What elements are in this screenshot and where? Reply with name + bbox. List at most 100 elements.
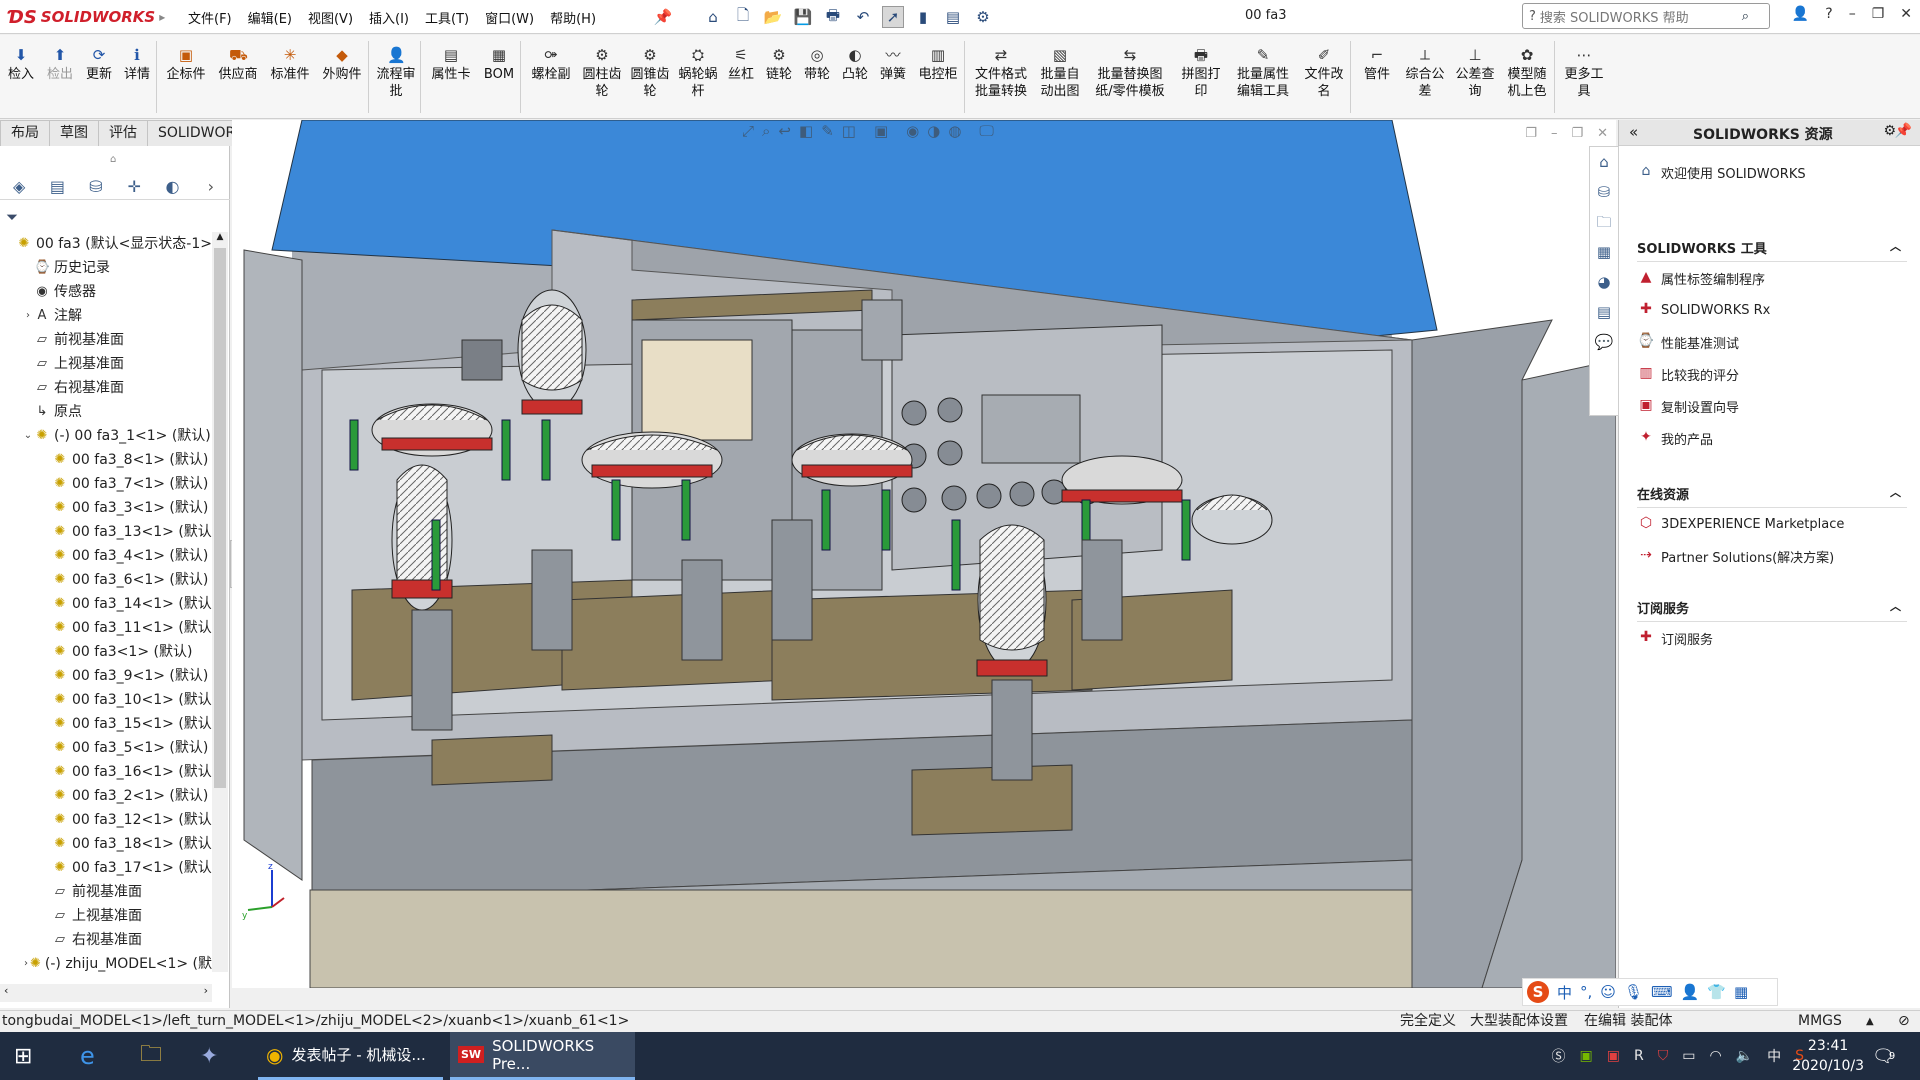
menu-item[interactable]: 编辑(E) xyxy=(240,8,300,27)
filter-icon[interactable]: ⏷ xyxy=(6,208,18,226)
toolbar-button-tolerance-query[interactable]: ⊥ 公差查 询 xyxy=(1454,47,1496,100)
minimize-icon[interactable]: – xyxy=(1849,6,1856,22)
expand-arrow-icon[interactable]: › xyxy=(22,304,34,328)
scroll-up-icon[interactable]: ▲ xyxy=(212,232,228,242)
resource-link[interactable]: ✚ SOLIDWORKS Rx xyxy=(1637,294,1907,326)
skype-icon[interactable]: Ⓢ xyxy=(1552,1046,1566,1066)
battery-icon[interactable]: ▭ xyxy=(1682,1048,1695,1064)
toolbar-button-purchased-part[interactable]: ◆ 外购件 xyxy=(320,47,364,83)
logo-arrow-icon[interactable]: ▸ xyxy=(159,10,165,24)
section-view-icon[interactable]: ◧ xyxy=(799,122,813,140)
menu-item[interactable]: 工具(T) xyxy=(417,8,477,27)
toolbar-button-bolt[interactable]: ⚩ 螺栓副 xyxy=(528,47,574,83)
apply-scene-icon[interactable]: ◍ xyxy=(948,122,961,140)
toolbar-button-standard-part[interactable]: ✳ 标准件 xyxy=(268,47,312,83)
tree-item[interactable]: ✺ 00 fa3_4<1> (默认) xyxy=(0,544,212,568)
dimxpert-tab-icon[interactable]: ✛ xyxy=(115,177,153,196)
nvidia-icon[interactable]: ▣ xyxy=(1580,1048,1593,1064)
section-header[interactable]: 订阅服务 ︿ xyxy=(1637,598,1907,622)
toolbar-button-print[interactable]: 🖶 拼图打 印 xyxy=(1178,47,1224,100)
design-library-tab-icon[interactable]: ⛁ xyxy=(1590,177,1618,207)
resource-link[interactable]: ▲ 属性标签编制程序 xyxy=(1637,262,1907,294)
viewport-minimize-icon[interactable]: – xyxy=(1551,126,1558,141)
tree-item[interactable]: ✺ 00 fa3_6<1> (默认) xyxy=(0,568,212,592)
toolbar-button-rename[interactable]: ✐ 文件改 名 xyxy=(1302,47,1346,100)
status-units[interactable]: MMGS xyxy=(1798,1011,1842,1032)
tree-item[interactable]: ▱ 上视基准面 xyxy=(0,352,212,376)
toolbar-button-batch-drawing[interactable]: ▧ 批量自 动出图 xyxy=(1038,47,1082,100)
toolbar-button-pdm-checkout[interactable]: ⬆ 检出 xyxy=(44,47,76,83)
pin-icon[interactable]: 📌 xyxy=(652,6,674,28)
units-arrow-icon[interactable]: ▲ xyxy=(1866,1011,1874,1032)
edge-browser-icon[interactable]: e xyxy=(80,1032,95,1080)
hide-show-items-icon[interactable]: ◉ xyxy=(906,122,919,140)
undo-icon[interactable]: ↶ xyxy=(852,6,874,28)
tree-item[interactable]: ✺ 00 fa3_10<1> (默认 xyxy=(0,688,212,712)
tree-item[interactable]: ▱ 上视基准面 xyxy=(0,904,212,928)
tree-item[interactable]: ✺ 00 fa3_15<1> (默认 xyxy=(0,712,212,736)
start-windows-icon[interactable]: ⊞ xyxy=(14,1032,32,1080)
tree-item[interactable]: ✺ 00 fa3 (默认<显示状态-1> xyxy=(0,232,212,256)
tree-item[interactable]: ✺ 00 fa3<1> (默认) xyxy=(0,640,212,664)
resource-link[interactable]: ▣ 复制设置向导 xyxy=(1637,390,1907,422)
pin-pane-icon[interactable]: 📌 xyxy=(1895,123,1912,139)
toolbar-button-details[interactable]: ℹ 详情 xyxy=(122,47,152,83)
graphics-area[interactable]: ⤢ ⌕ ↩ ◧ ✎ ◫ ▣ ◉ ◑ ◍ 🖵 ❐ – ❐ ✕ z y xyxy=(232,120,1616,988)
toolbar-button-spur-gear[interactable]: ⚙ 圆柱齿 轮 xyxy=(582,47,622,100)
tree-item[interactable]: ▱ 右视基准面 xyxy=(0,376,212,400)
section-header[interactable]: SOLIDWORKS 工具 ︿ xyxy=(1637,238,1907,262)
scroll-right-icon[interactable]: › xyxy=(204,984,208,997)
punctuation-icon[interactable]: °, xyxy=(1580,983,1592,1001)
forum-tab-icon[interactable]: 💬 xyxy=(1590,327,1618,357)
volume-icon[interactable]: 🔈 xyxy=(1736,1048,1753,1064)
tree-item[interactable]: ✺ 00 fa3_9<1> (默认) xyxy=(0,664,212,688)
panel-expand-icon[interactable]: › xyxy=(192,177,230,196)
viewport-close-icon[interactable]: ✕ xyxy=(1597,126,1608,141)
sogou-icon[interactable]: S xyxy=(1527,981,1549,1003)
tree-item[interactable]: ✺ 00 fa3_11<1> (默认 xyxy=(0,616,212,640)
view-settings-icon[interactable]: 🖵 xyxy=(979,122,993,140)
close-icon[interactable]: ✕ xyxy=(1900,6,1912,22)
tree-item[interactable]: ⌄ ✺ (-) 00 fa3_1<1> (默认) xyxy=(0,424,212,448)
search-icon[interactable]: ⌕ xyxy=(1742,9,1749,24)
tab-2[interactable]: 评估 xyxy=(98,120,148,146)
tree-item[interactable]: ▱ 前视基准面 xyxy=(0,328,212,352)
tree-horizontal-scrollbar[interactable]: ‹ › xyxy=(0,984,212,1002)
file-explorer-tab-icon[interactable]: 🗀 xyxy=(1590,207,1618,237)
file-explorer-icon[interactable]: 🗀 xyxy=(140,1032,162,1080)
tree-item[interactable]: ↳ 原点 xyxy=(0,400,212,424)
wifi-icon[interactable]: ◠ xyxy=(1709,1048,1721,1064)
propertymanager-tab-icon[interactable]: ▤ xyxy=(38,177,76,196)
ime-language[interactable]: 中 xyxy=(1557,982,1572,1003)
print-icon[interactable]: 🖶 xyxy=(822,6,844,28)
tree-item[interactable]: ✺ 00 fa3_8<1> (默认) xyxy=(0,448,212,472)
tree-item[interactable]: ✺ 00 fa3_17<1> (默认 xyxy=(0,856,212,880)
resource-link[interactable]: ✦ 我的产品 xyxy=(1637,422,1907,454)
collapse-chevron-icon[interactable]: ︿ xyxy=(1890,238,1901,254)
save-icon[interactable]: 💾 xyxy=(792,6,814,28)
toolbar-button-convert[interactable]: ⇄ 文件格式 批量转换 xyxy=(972,47,1030,100)
toolbar-button-pulley[interactable]: ◎ 带轮 xyxy=(802,47,832,83)
toolbar-button-supplier[interactable]: ⛟ 供应商 xyxy=(216,47,260,83)
collapse-chevron-icon[interactable]: ︿ xyxy=(1890,598,1901,614)
scroll-left-icon[interactable]: ‹ xyxy=(4,984,8,997)
toolbar-button-batch-property[interactable]: ✎ 批量属性 编辑工具 xyxy=(1232,47,1294,100)
menu-item[interactable]: 窗口(W) xyxy=(477,8,542,27)
taskbar-app[interactable]: SW SOLIDWORKS Pre... xyxy=(450,1032,635,1080)
tree-item[interactable]: › A 注解 xyxy=(0,304,212,328)
select-icon[interactable]: ➚ xyxy=(882,6,904,28)
emoji-icon[interactable]: ☺ xyxy=(1600,983,1616,1001)
expand-arrow-icon[interactable]: ⌄ xyxy=(22,424,34,448)
tree-item[interactable]: ✺ 00 fa3_12<1> (默认 xyxy=(0,808,212,832)
tree-item[interactable]: ✺ 00 fa3_5<1> (默认) xyxy=(0,736,212,760)
tab-1[interactable]: 草图 xyxy=(49,120,99,146)
welcome-link[interactable]: ⌂ 欢迎使用 SOLIDWORKS xyxy=(1637,156,1806,188)
tab-0[interactable]: 布局 xyxy=(0,120,50,146)
tree-item[interactable]: ✺ 00 fa3_7<1> (默认) xyxy=(0,472,212,496)
scroll-thumb[interactable] xyxy=(214,248,226,788)
dynamic-annotation-icon[interactable]: ✎ xyxy=(821,122,834,140)
configurationmanager-tab-icon[interactable]: ⛁ xyxy=(77,177,115,196)
help-menu-icon[interactable]: ? xyxy=(1825,6,1832,22)
solidworks-logo[interactable]: ƊS SOLIDWORKS ▸ xyxy=(8,3,165,31)
tray-language[interactable]: 中 xyxy=(1767,1046,1781,1066)
